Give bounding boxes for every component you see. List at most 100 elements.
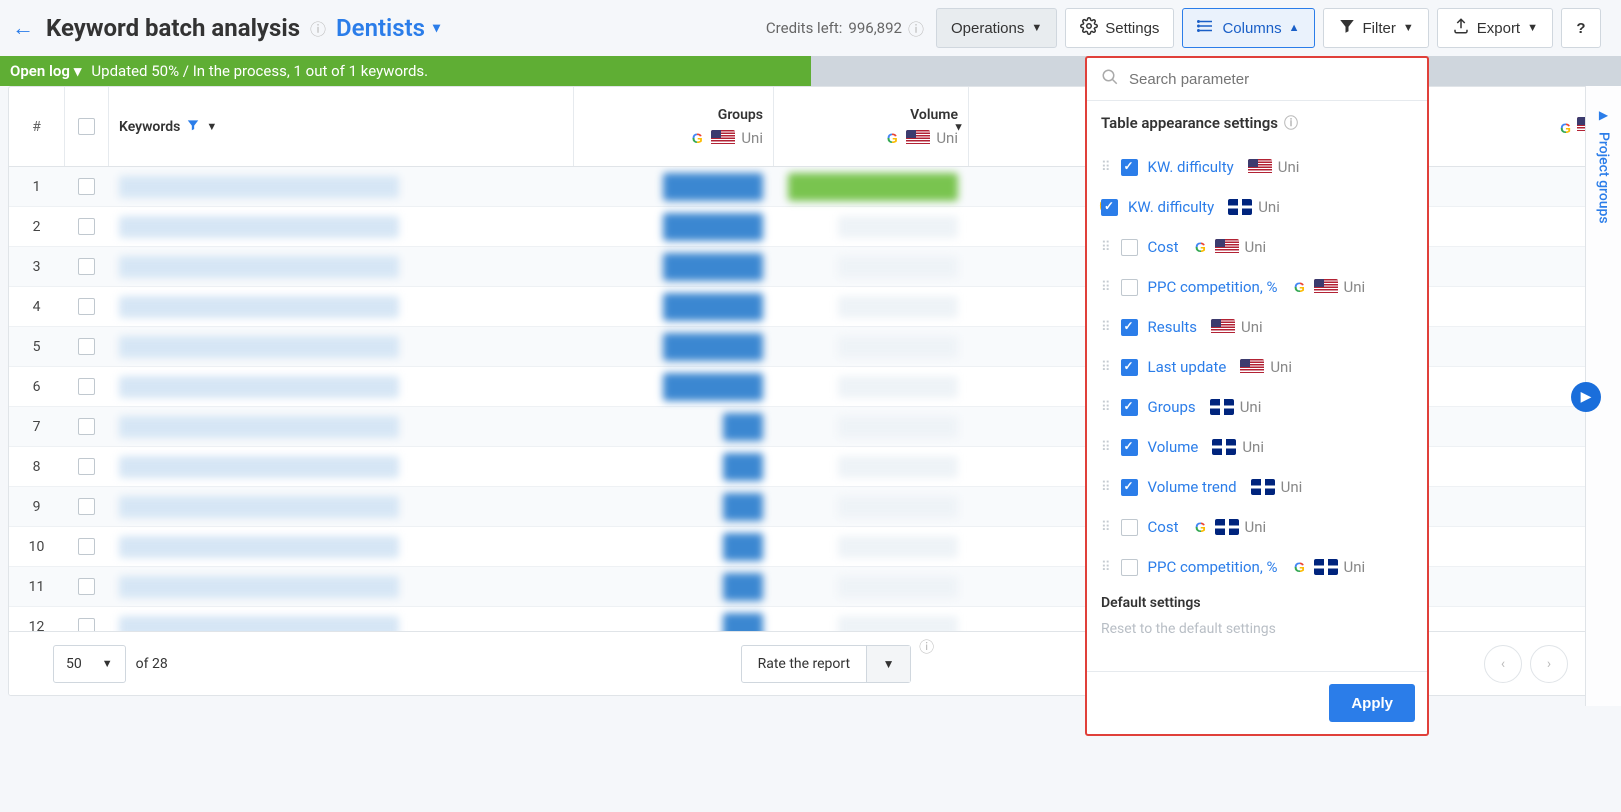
row-checkbox[interactable] — [78, 298, 95, 315]
filter-icon[interactable] — [186, 118, 200, 136]
param-checkbox[interactable] — [1101, 199, 1118, 216]
row-select[interactable] — [65, 538, 109, 555]
drag-handle-icon[interactable]: ⠿ — [1101, 240, 1111, 255]
row-volume — [774, 173, 969, 201]
param-checkbox[interactable] — [1121, 239, 1138, 256]
row-checkbox[interactable] — [78, 338, 95, 355]
col-volume[interactable]: Volume Uni ▼ — [774, 87, 969, 166]
drag-handle-icon[interactable]: ⠿ — [1101, 560, 1111, 575]
param-name[interactable]: Volume trend — [1148, 478, 1237, 496]
row-select[interactable] — [65, 498, 109, 515]
expand-side-button[interactable]: ▶ — [1571, 382, 1601, 412]
row-select[interactable] — [65, 258, 109, 275]
param-name[interactable]: Last update — [1148, 358, 1227, 376]
filter-button[interactable]: Filter ▼ — [1323, 8, 1429, 48]
back-arrow-icon[interactable]: ← — [12, 15, 34, 41]
row-select[interactable] — [65, 458, 109, 475]
column-param-row: ⠿GroupsUni — [1101, 387, 1413, 427]
param-checkbox[interactable] — [1121, 439, 1138, 456]
row-select[interactable] — [65, 218, 109, 235]
row-checkbox[interactable] — [78, 378, 95, 395]
row-select[interactable] — [65, 578, 109, 595]
param-name[interactable]: PPC competition, % — [1148, 558, 1278, 576]
google-icon — [689, 130, 705, 146]
row-checkbox[interactable] — [78, 458, 95, 475]
col-select-all[interactable] — [65, 87, 109, 166]
drag-handle-icon[interactable]: ⠿ — [1101, 160, 1111, 175]
drag-handle-icon[interactable]: ⠿ — [1101, 320, 1111, 335]
drag-handle-icon[interactable]: ⠿ — [1101, 480, 1111, 495]
row-select[interactable] — [65, 378, 109, 395]
row-checkbox[interactable] — [78, 538, 95, 555]
sort-caret-icon[interactable]: ▼ — [953, 120, 964, 133]
param-name[interactable]: KW. difficulty — [1148, 158, 1234, 176]
page-prev-button[interactable]: ‹ — [1484, 645, 1522, 683]
apply-button[interactable]: Apply — [1329, 684, 1415, 722]
uni-badge: Uni — [1242, 438, 1264, 456]
flag-us-icon — [1248, 159, 1272, 175]
col-groups[interactable]: Groups Uni — [574, 87, 774, 166]
param-checkbox[interactable] — [1121, 359, 1138, 376]
operations-button[interactable]: Operations ▼ — [936, 8, 1057, 48]
row-select[interactable] — [65, 178, 109, 195]
param-name[interactable]: Groups — [1148, 398, 1196, 416]
param-checkbox[interactable] — [1121, 479, 1138, 496]
row-select[interactable] — [65, 418, 109, 435]
param-checkbox[interactable] — [1121, 159, 1138, 176]
info-icon[interactable]: ⓘ — [310, 16, 326, 40]
row-select[interactable] — [65, 338, 109, 355]
row-checkbox[interactable] — [78, 178, 95, 195]
drag-handle-icon[interactable]: ⠿ — [1101, 280, 1111, 295]
row-keyword — [109, 456, 574, 478]
caret-down-icon[interactable]: ▼ — [866, 646, 910, 682]
param-checkbox[interactable] — [1121, 559, 1138, 576]
help-button[interactable]: ? — [1561, 8, 1601, 48]
rate-report-control[interactable]: Rate the report ▼ ⓘ — [741, 645, 911, 683]
param-name[interactable]: KW. difficulty — [1128, 198, 1214, 216]
info-icon[interactable]: ⓘ — [908, 16, 924, 40]
info-icon[interactable]: ⓘ — [1284, 113, 1298, 133]
param-name[interactable]: Volume — [1148, 438, 1199, 456]
param-checkbox[interactable] — [1121, 519, 1138, 536]
collapse-icon[interactable]: ▶ — [1599, 108, 1608, 122]
param-name[interactable]: Cost — [1148, 518, 1179, 536]
google-icon — [884, 130, 900, 146]
info-icon[interactable]: ⓘ — [919, 636, 934, 657]
settings-button[interactable]: Settings — [1065, 8, 1174, 48]
param-checkbox[interactable] — [1121, 319, 1138, 336]
uni-badge: Uni — [1344, 278, 1366, 296]
reset-default-link[interactable]: Reset to the default settings — [1101, 621, 1413, 637]
param-checkbox[interactable] — [1121, 279, 1138, 296]
row-checkbox[interactable] — [78, 418, 95, 435]
row-volume — [774, 256, 969, 278]
col-number[interactable]: # — [9, 87, 65, 166]
row-keyword — [109, 576, 574, 598]
row-select[interactable] — [65, 298, 109, 315]
export-button[interactable]: Export ▼ — [1437, 8, 1553, 48]
project-dropdown[interactable]: Dentists ▾ — [336, 14, 440, 42]
page-total-label: of 28 — [136, 656, 168, 672]
select-all-checkbox[interactable] — [78, 118, 95, 135]
drag-handle-icon[interactable]: ⠿ — [1101, 360, 1111, 375]
columns-button[interactable]: Columns ▲ — [1182, 8, 1314, 48]
sort-caret-icon[interactable]: ▼ — [206, 120, 217, 133]
search-parameter-input[interactable] — [1129, 71, 1413, 88]
drag-handle-icon[interactable]: ⠿ — [1101, 400, 1111, 415]
col-keywords[interactable]: Keywords ▼ — [109, 87, 574, 166]
row-checkbox[interactable] — [78, 258, 95, 275]
column-param-row: ✊KW. difficultyUni — [1101, 187, 1413, 227]
row-checkbox[interactable] — [78, 578, 95, 595]
drag-handle-icon[interactable]: ⠿ — [1101, 520, 1111, 535]
param-name[interactable]: Cost — [1148, 238, 1179, 256]
open-log-button[interactable]: Open log ▾ — [10, 62, 81, 80]
param-name[interactable]: Results — [1148, 318, 1198, 336]
param-checkbox[interactable] — [1121, 399, 1138, 416]
row-checkbox[interactable] — [78, 498, 95, 515]
param-name[interactable]: PPC competition, % — [1148, 278, 1278, 296]
page-size-select[interactable]: 50 ▼ — [53, 645, 126, 683]
row-keyword — [109, 336, 574, 358]
page-next-button[interactable]: › — [1530, 645, 1568, 683]
google-icon — [1558, 120, 1574, 136]
drag-handle-icon[interactable]: ⠿ — [1101, 440, 1111, 455]
row-checkbox[interactable] — [78, 218, 95, 235]
